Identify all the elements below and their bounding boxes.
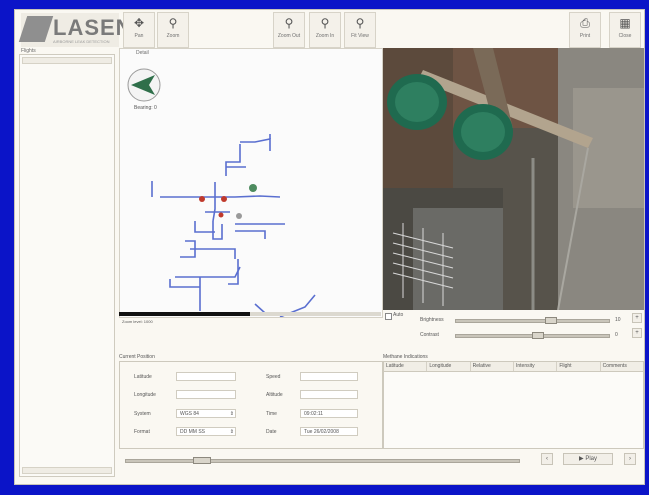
contrast-value: 0 [615,332,618,338]
close-label: Close [618,33,632,39]
system-value: WGS 84 [180,411,199,417]
format-label: Format [134,429,150,435]
auto-checkbox[interactable] [385,313,392,320]
playback-slider[interactable] [125,459,520,463]
date-field[interactable]: Tue 26/02/2008 [300,427,358,436]
current-position-title: Current Position [119,354,155,360]
route-map[interactable]: Detail Bearing: 0 [119,48,383,318]
play-icon: ▶ [579,456,584,462]
column-header[interactable]: Longitude [427,362,471,371]
format-select[interactable]: DD MM SS ⇕ [176,427,236,436]
application-window: LASEN AIRBORNE LEAK DETECTION ✥ Pan ⚲ Zo… [14,9,645,485]
auto-label: Auto [393,312,404,318]
format-value: DD MM SS [180,429,205,435]
methane-table-header: Latitude Longitude Relative Intensity Fl… [384,362,643,372]
contrast-slider-thumb[interactable] [532,332,544,339]
route-map-canvas [127,68,316,317]
chevron-left-icon: ‹ [546,456,548,462]
step-forward-button[interactable]: › [624,453,636,465]
fit-view-label: Fit View [351,33,369,39]
time-value: 09:02:11 [304,411,324,417]
playback-slider-thumb[interactable] [192,457,211,464]
leak-marker-1 [199,196,205,202]
pan-label: Pan [134,33,144,39]
play-button[interactable]: ▶ Play [563,453,613,465]
zoom-label: Zoom [166,33,180,39]
zoom-out-label: Zoom Out [277,33,301,39]
fit-view-button[interactable]: ⚲ Fit View [344,12,376,48]
methane-indications-title: Methane Indications [383,354,428,360]
time-field[interactable]: 09:02:11 [300,409,358,418]
zoom-out-icon: ⚲ [284,16,294,30]
methane-indications-table[interactable]: Latitude Longitude Relative Intensity Fl… [383,361,644,449]
time-label: Time [266,411,277,417]
column-header[interactable]: Relative [471,362,514,371]
system-select[interactable]: WGS 84 ⇕ [176,409,236,418]
plus-icon: + [635,315,639,321]
longitude-label: Longitude [134,392,156,398]
play-label: Play [585,456,597,462]
logo-text: LASEN [53,15,133,40]
brightness-value: 10 [615,317,621,323]
altitude-label: Altitude [266,392,283,398]
column-header[interactable]: Latitude [384,362,428,371]
map-progress-track [119,312,381,316]
brightness-label: Brightness [420,317,444,323]
system-label: System [134,411,151,417]
logo-mark-icon [18,16,54,42]
leak-marker-2 [221,196,227,202]
logo-subtitle: AIRBORNE LEAK DETECTION [53,39,110,44]
pan-button[interactable]: ✥ Pan [123,12,155,48]
step-back-button[interactable]: ‹ [541,453,553,465]
printer-icon: ⎙ [580,16,590,30]
chevron-right-icon: › [629,456,631,462]
brightness-slider[interactable] [455,319,610,323]
brightness-slider-thumb[interactable] [545,317,557,324]
contrast-adjust-button[interactable]: + [632,328,642,338]
zoom-in-label: Zoom In [315,33,335,39]
flights-list-header [22,57,112,64]
flights-list[interactable] [19,54,115,477]
lasen-logo: LASEN AIRBORNE LEAK DETECTION [18,13,132,47]
zoom-button[interactable]: ⚲ Zoom [157,12,189,48]
pipeline-routes [151,134,316,317]
close-icon: ▦ [619,16,631,30]
zoom-in-button[interactable]: ⚲ Zoom In [309,12,341,48]
fit-view-icon: ⚲ [355,16,365,30]
column-header[interactable]: Intensity [514,362,558,371]
zoom-out-button[interactable]: ⚲ Zoom Out [273,12,305,48]
column-header[interactable]: Comments [601,362,643,371]
altitude-field[interactable] [300,390,358,399]
latitude-label: Latitude [134,374,152,380]
leak-marker-3 [218,212,224,218]
aerial-photo-image [383,48,644,310]
date-value: Tue 26/02/2008 [304,429,339,435]
contrast-label: Contrast [420,332,439,338]
zoom-in-icon: ⚲ [320,16,330,30]
zoom-level-text: Zoom level: 1000 [122,319,153,324]
zoom-icon: ⚲ [168,16,178,30]
date-label: Date [266,429,277,435]
aerial-photo[interactable] [383,48,644,310]
speed-label: Speed [266,374,281,380]
longitude-field[interactable] [176,390,236,399]
spinner-icon[interactable]: ⇕ [230,410,234,419]
heading-label: Bearing: 0 [134,105,157,111]
latitude-field[interactable] [176,372,236,381]
print-button[interactable]: ⎙ Print [569,12,601,48]
current-position-group: Latitude Longitude System WGS 84 ⇕ Forma… [119,361,383,449]
site-marker-green [249,184,257,192]
print-label: Print [579,33,591,39]
pan-icon: ✥ [133,16,145,30]
plus-icon: + [635,330,639,336]
spinner-icon[interactable]: ⇕ [230,428,234,437]
map-progress-fill [119,312,250,316]
column-header[interactable]: Flight [557,362,601,371]
speed-field[interactable] [300,372,358,381]
site-marker-grey [236,213,242,219]
flights-list-scrollbar[interactable] [22,467,112,474]
brightness-adjust-button[interactable]: + [632,313,642,323]
close-button[interactable]: ▦ Close [609,12,641,48]
